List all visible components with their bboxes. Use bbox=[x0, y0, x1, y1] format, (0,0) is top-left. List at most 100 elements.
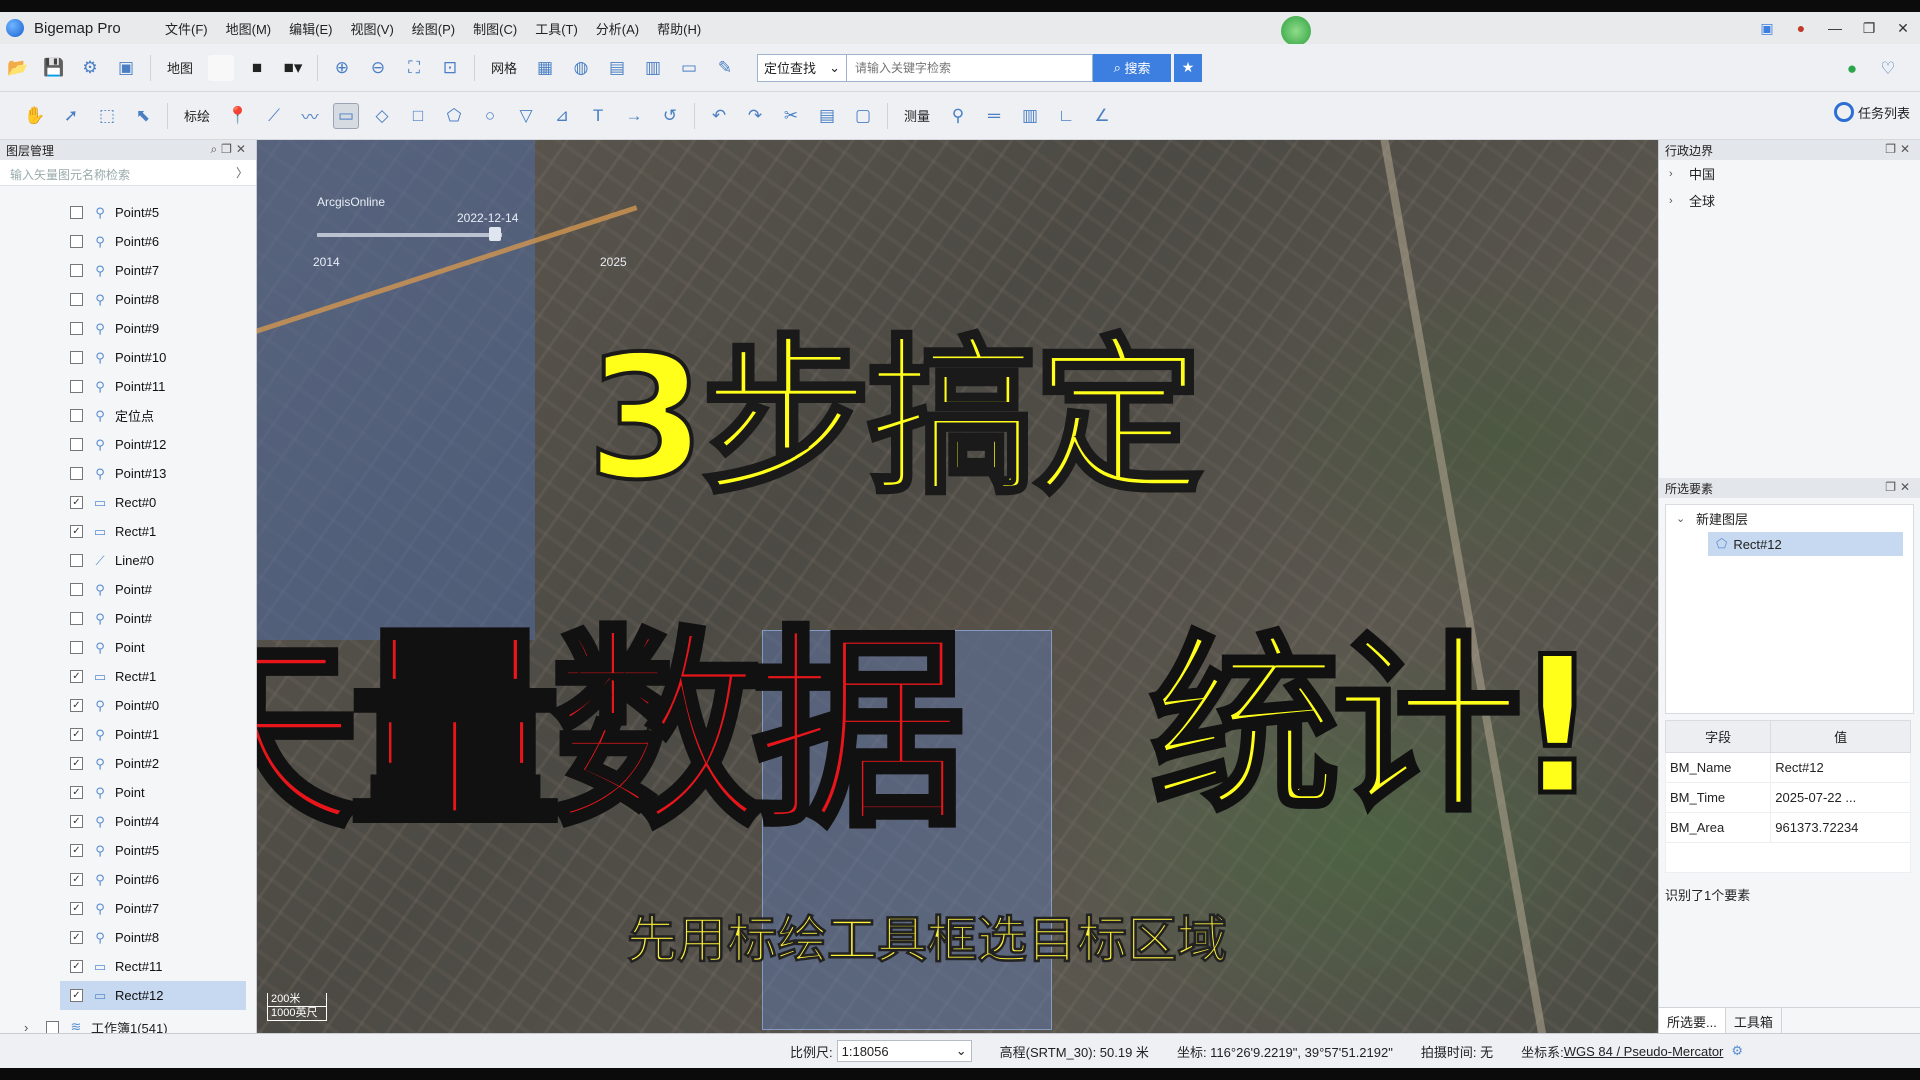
table-row[interactable]: BM_Name Rect#12 bbox=[1664, 752, 1911, 783]
tree-item-china[interactable]: › 中国 bbox=[1659, 160, 1920, 187]
layer-row[interactable]: ⚲ Point#5 bbox=[0, 198, 257, 227]
open-folder-icon[interactable]: 📂 bbox=[5, 55, 31, 81]
layer-row[interactable]: ⚲ Point#10 bbox=[0, 343, 257, 372]
cut-icon[interactable]: ✂ bbox=[778, 103, 804, 129]
message-icon[interactable]: ▣ bbox=[1750, 20, 1784, 37]
timeline-handle[interactable] bbox=[489, 227, 501, 241]
measure-distance-icon[interactable]: ═ bbox=[981, 103, 1007, 129]
layer-checkbox[interactable]: ✓ bbox=[70, 670, 83, 683]
layer-checkbox[interactable] bbox=[70, 641, 83, 654]
layer-row[interactable]: ⟋ Line#0 bbox=[0, 546, 257, 575]
menu-item[interactable]: 文件(F) bbox=[156, 19, 217, 38]
layer-checkbox[interactable] bbox=[70, 351, 83, 364]
table-row[interactable]: BM_Area 961373.72234 bbox=[1664, 812, 1911, 843]
menu-item[interactable]: 绘图(P) bbox=[403, 19, 464, 38]
zoom-out-icon[interactable]: ⊖ bbox=[365, 55, 391, 81]
blank-map-icon[interactable] bbox=[208, 54, 235, 81]
polyline-icon[interactable]: ⟋ bbox=[261, 103, 287, 129]
menu-item[interactable]: 工具(T) bbox=[526, 19, 587, 38]
close-button[interactable]: ✕ bbox=[1886, 20, 1920, 37]
layer-checkbox[interactable] bbox=[70, 409, 83, 422]
map-canvas[interactable]: ArcgisOnline 2022-12-14 2014 2025 3步搞定 矢… bbox=[257, 140, 1658, 1033]
layer-row[interactable]: ✓ ⚲ Point#2 bbox=[0, 749, 257, 778]
rectangle-tool-icon[interactable]: ▭ bbox=[333, 102, 360, 129]
edit-node-icon[interactable]: ▤ bbox=[814, 103, 840, 129]
measure-area-icon[interactable]: ▥ bbox=[1017, 103, 1043, 129]
location-type-select[interactable]: 定位查找 ⌄ bbox=[757, 53, 848, 82]
globe-icon[interactable]: ◍ bbox=[568, 55, 594, 81]
layer-row[interactable]: ⚲ Point# bbox=[0, 604, 257, 633]
search-input[interactable] bbox=[847, 53, 1094, 82]
layer-row[interactable]: ⚲ Point bbox=[0, 633, 257, 662]
layer-row[interactable]: ✓ ⚲ Point#8 bbox=[0, 923, 257, 952]
tab-toolbox[interactable]: 工具箱 bbox=[1726, 1008, 1782, 1033]
layer-row[interactable]: ✓ ⚲ Point#6 bbox=[0, 865, 257, 894]
layer-row[interactable]: ⚲ Point#12 bbox=[0, 430, 257, 459]
circle-icon[interactable]: ○ bbox=[477, 103, 503, 129]
pan-hand-icon[interactable]: ✋ bbox=[22, 103, 48, 129]
grid-export-icon[interactable]: ▥ bbox=[640, 55, 666, 81]
layer-row[interactable]: ⚲ Point#8 bbox=[0, 285, 257, 314]
redo-icon[interactable]: ↷ bbox=[742, 103, 768, 129]
layer-row[interactable]: ⚲ 定位点 bbox=[0, 401, 257, 430]
copy-icon[interactable]: ▢ bbox=[850, 103, 876, 129]
menu-item[interactable]: 分析(A) bbox=[587, 19, 648, 38]
measure-point-icon[interactable]: ⚲ bbox=[945, 103, 971, 129]
pointer-select-icon[interactable]: ⬉ bbox=[130, 103, 156, 129]
image-icon[interactable]: ▣ bbox=[113, 55, 139, 81]
eraser-icon[interactable]: ◇ bbox=[369, 103, 395, 129]
minimize-button[interactable]: — bbox=[1818, 20, 1852, 36]
layer-checkbox[interactable] bbox=[70, 554, 83, 567]
freehand-icon[interactable]: 〰 bbox=[297, 103, 323, 129]
layer-checkbox[interactable]: ✓ bbox=[70, 989, 83, 1002]
menu-item[interactable]: 编辑(E) bbox=[280, 19, 341, 38]
layer-row[interactable]: ✓ ▭ Rect#12 bbox=[60, 981, 246, 1010]
layer-checkbox[interactable] bbox=[70, 264, 83, 277]
layer-row[interactable]: ✓ ⚲ Point#5 bbox=[0, 836, 257, 865]
menu-item[interactable]: 地图(M) bbox=[217, 19, 281, 38]
layer-icon[interactable]: ▭ bbox=[676, 55, 702, 81]
layer-checkbox[interactable]: ✓ bbox=[70, 815, 83, 828]
favorite-icon[interactable]: ★ bbox=[1174, 53, 1203, 82]
layer-checkbox[interactable] bbox=[70, 322, 83, 335]
tree-group-new-layer[interactable]: ⌄ 新建图层 bbox=[1666, 505, 1913, 532]
layer-row[interactable]: ⚲ Point# bbox=[0, 575, 257, 604]
layer-checkbox[interactable] bbox=[70, 206, 83, 219]
layer-checkbox[interactable] bbox=[70, 293, 83, 306]
layer-row[interactable]: ✓ ▭ Rect#1 bbox=[0, 662, 257, 691]
text-icon[interactable]: T bbox=[585, 103, 611, 129]
sector-icon[interactable]: ▽ bbox=[513, 103, 539, 129]
layer-row[interactable]: ⚲ Point#13 bbox=[0, 459, 257, 488]
panel-controls[interactable]: ⌕❐✕ bbox=[210, 142, 250, 157]
layer-row[interactable]: ⚲ Point#9 bbox=[0, 314, 257, 343]
undo-icon[interactable]: ↶ bbox=[706, 103, 732, 129]
avatar[interactable]: ● bbox=[1784, 20, 1818, 36]
layer-checkbox[interactable]: ✓ bbox=[70, 525, 83, 538]
layer-row[interactable]: ✓ ⚲ Point#0 bbox=[0, 691, 257, 720]
menu-item[interactable]: 帮助(H) bbox=[648, 19, 710, 38]
layer-checkbox[interactable] bbox=[70, 380, 83, 393]
measure-bearing-icon[interactable]: ∠ bbox=[1089, 103, 1115, 129]
layer-row[interactable]: ✓ ⚲ Point#1 bbox=[0, 720, 257, 749]
tab-selected-features[interactable]: 所选要... bbox=[1659, 1008, 1726, 1033]
layer-checkbox[interactable]: ✓ bbox=[70, 699, 83, 712]
layer-row[interactable]: ✓ ▭ Rect#1 bbox=[0, 517, 257, 546]
box-select-icon[interactable]: ⬚ bbox=[94, 103, 120, 129]
satellite-map-icon[interactable]: ■ bbox=[244, 55, 270, 81]
workbook-checkbox[interactable] bbox=[46, 1020, 59, 1034]
layer-checkbox[interactable] bbox=[70, 438, 83, 451]
measure-angle-icon[interactable]: ∟ bbox=[1053, 103, 1079, 129]
settings-icon[interactable]: ⚙ bbox=[77, 55, 103, 81]
collapse-icon[interactable]: 〉 bbox=[236, 164, 248, 181]
layer-checkbox[interactable]: ✓ bbox=[70, 902, 83, 915]
layer-checkbox[interactable] bbox=[70, 235, 83, 248]
layer-checkbox[interactable]: ✓ bbox=[70, 757, 83, 770]
square-icon[interactable]: □ bbox=[405, 103, 431, 129]
layer-row[interactable]: ✓ ▭ Rect#0 bbox=[0, 488, 257, 517]
polygon-icon[interactable]: ⬠ bbox=[441, 103, 467, 129]
layer-checkbox[interactable]: ✓ bbox=[70, 496, 83, 509]
maximize-button[interactable]: ❐ bbox=[1852, 20, 1886, 37]
tree-item-global[interactable]: › 全球 bbox=[1659, 187, 1920, 214]
arrow-icon[interactable]: → bbox=[621, 103, 647, 129]
layer-checkbox[interactable] bbox=[70, 467, 83, 480]
